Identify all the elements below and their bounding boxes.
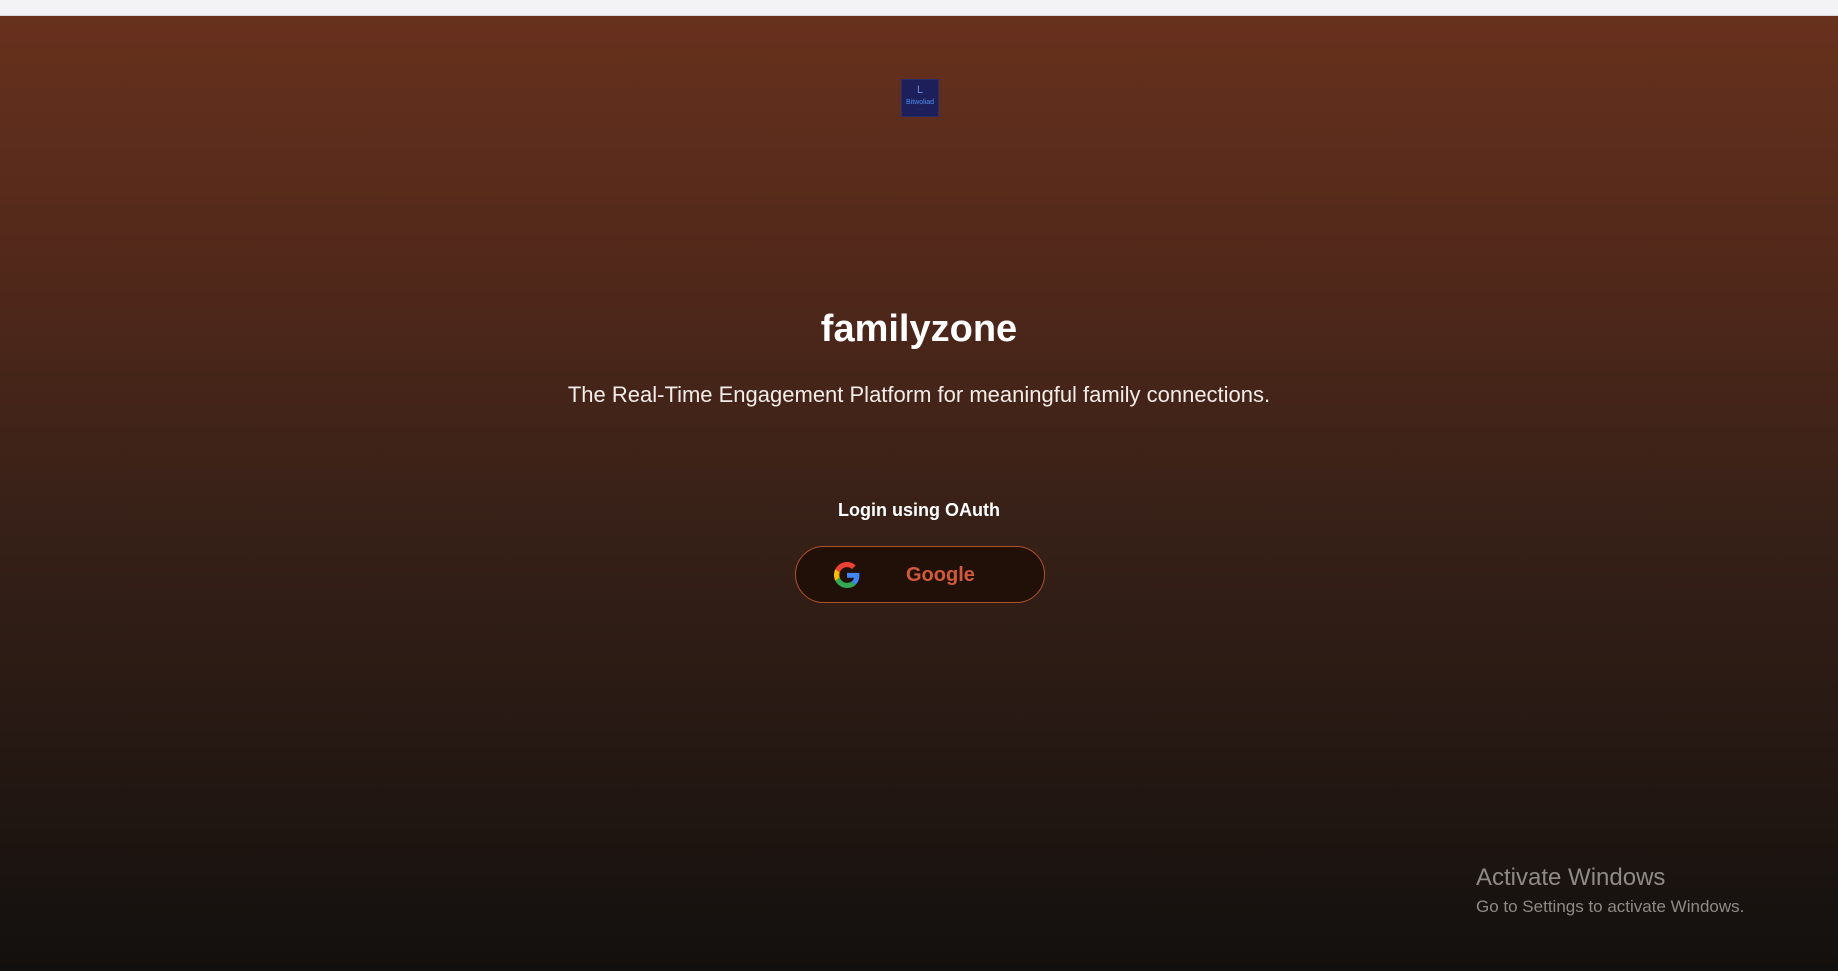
browser-top-strip <box>0 0 1838 16</box>
app-title: familyzone <box>820 308 1018 350</box>
watermark-subtitle: Go to Settings to activate Windows. <box>1476 897 1745 916</box>
logo-letter: L <box>916 84 924 96</box>
login-page <box>0 16 1838 971</box>
google-login-button[interactable]: Google <box>795 546 1045 603</box>
google-icon <box>834 562 860 588</box>
app-logo: L Bitwoliad ........ <box>901 79 939 117</box>
google-button-label: Google <box>906 564 975 586</box>
watermark-title: Activate Windows <box>1476 864 1666 891</box>
logo-wordmark: Bitwoliad <box>905 99 934 106</box>
logo-tagline: ........ <box>916 107 924 111</box>
windows-activation-watermark: Activate Windows Go to Settings to activ… <box>1476 864 1744 918</box>
login-label: Login using OAuth <box>838 500 1000 520</box>
app-tagline: The Real-Time Engagement Platform for me… <box>567 382 1271 407</box>
